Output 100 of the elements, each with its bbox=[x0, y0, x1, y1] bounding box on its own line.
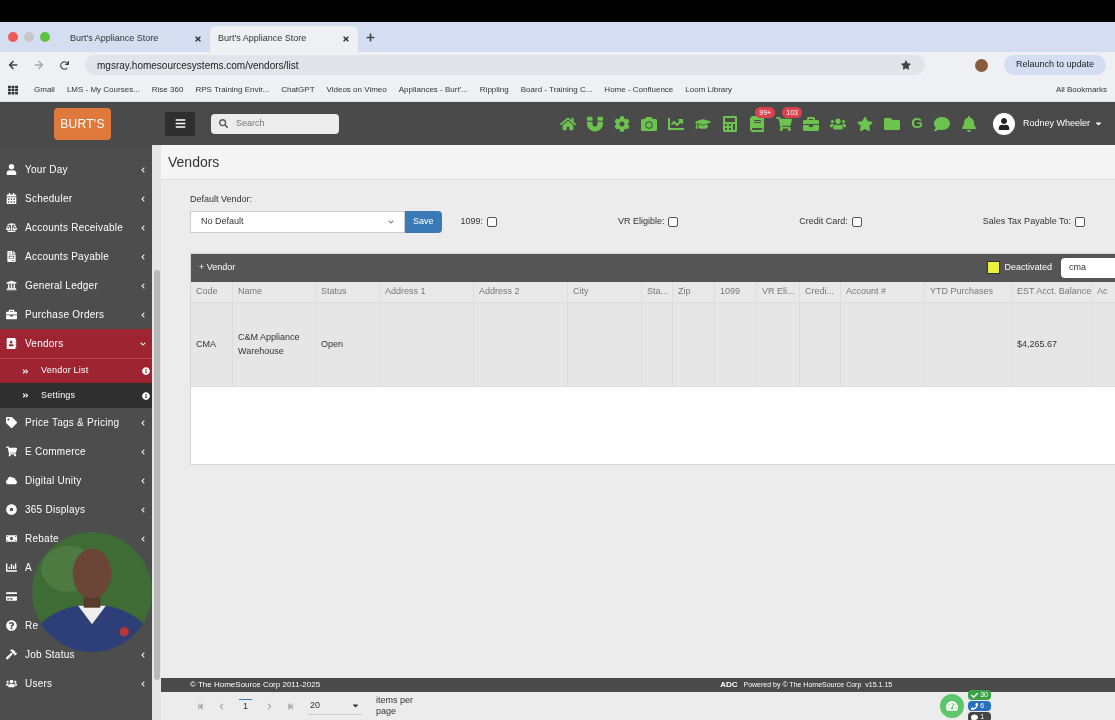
star-icon[interactable] bbox=[857, 115, 874, 132]
page-number[interactable]: 1 bbox=[239, 698, 252, 714]
column-header[interactable]: EST Acct. Balance bbox=[1012, 281, 1092, 302]
add-vendor-button[interactable]: + Vendor bbox=[199, 260, 236, 275]
checkbox-label: VR Eligible: bbox=[617, 214, 665, 228]
checkbox[interactable] bbox=[1075, 216, 1085, 227]
new-tab-icon[interactable] bbox=[366, 32, 375, 42]
g-button[interactable]: G bbox=[911, 112, 923, 135]
bookmark-star-icon[interactable] bbox=[901, 60, 911, 70]
user-menu[interactable]: Rodney Wheeler bbox=[1022, 116, 1103, 131]
avatar-icon[interactable] bbox=[975, 58, 988, 72]
bookmark[interactable]: RPS Training Envir... bbox=[195, 83, 270, 96]
bookmark[interactable]: LMS - My Courses... bbox=[66, 83, 140, 96]
checkbox[interactable] bbox=[851, 216, 862, 227]
column-header[interactable]: Address 1 bbox=[380, 281, 474, 302]
address-bar[interactable]: mgsray.homesourcesystems.com/vendors/list bbox=[85, 55, 925, 75]
column-header[interactable]: YTD Purchases bbox=[925, 281, 1012, 302]
sidebar-subitem[interactable]: Settings bbox=[0, 383, 152, 408]
line-chart-icon[interactable] bbox=[668, 115, 685, 132]
users-icon bbox=[6, 678, 17, 689]
speedometer-icon[interactable] bbox=[940, 694, 965, 718]
bookmark[interactable]: Appliances - Burt'... bbox=[398, 83, 468, 96]
sidebar-item[interactable]: A bbox=[25, 560, 32, 575]
column-header[interactable]: Code bbox=[191, 281, 233, 302]
checkbox[interactable] bbox=[487, 216, 498, 227]
magnet-icon[interactable] bbox=[587, 115, 604, 132]
sidebar-item[interactable]: Accounts Receivable bbox=[25, 220, 124, 235]
checkbox-label: 1099: bbox=[460, 214, 484, 228]
copyright: © The HomeSource Corp 2011-2025 bbox=[190, 679, 321, 691]
bookmark[interactable]: Rise 360 bbox=[151, 83, 184, 96]
bell-icon[interactable] bbox=[960, 115, 977, 132]
user-icon bbox=[6, 164, 17, 175]
notebook-icon[interactable] bbox=[749, 115, 766, 132]
column-header[interactable]: Sta... bbox=[642, 281, 673, 302]
sidebar-item[interactable]: Scheduler bbox=[25, 191, 73, 206]
sidebar-item[interactable]: Rebate bbox=[25, 531, 59, 546]
sidebar-subitem[interactable]: Vendor List bbox=[0, 358, 152, 383]
close-icon[interactable] bbox=[342, 35, 350, 43]
caret-icon bbox=[1094, 119, 1103, 128]
close-icon[interactable] bbox=[194, 35, 202, 43]
info-icon bbox=[142, 391, 150, 400]
calculator-icon[interactable] bbox=[722, 115, 739, 132]
back-icon[interactable] bbox=[8, 60, 18, 70]
chat-icon[interactable] bbox=[933, 115, 950, 132]
double-chevron-icon bbox=[22, 392, 29, 399]
column-header[interactable]: VR Eli... bbox=[757, 281, 800, 302]
browser-tab[interactable]: Burt's Appliance Store bbox=[210, 26, 358, 52]
home-icon[interactable] bbox=[560, 115, 577, 132]
column-header[interactable]: Credi... bbox=[800, 281, 841, 302]
menu-button[interactable] bbox=[165, 111, 195, 136]
sidebar-item[interactable]: General Ledger bbox=[25, 278, 98, 293]
folder-icon[interactable] bbox=[884, 115, 901, 132]
sidebar-item[interactable]: Re bbox=[25, 618, 39, 633]
save-button[interactable]: Save bbox=[405, 210, 442, 233]
column-header[interactable]: Ac bbox=[1092, 281, 1115, 302]
sidebar-item[interactable]: E Commerce bbox=[25, 444, 86, 459]
bookmark[interactable]: Videos on Vimeo bbox=[326, 83, 387, 96]
bookmark[interactable]: Home - Confluence bbox=[604, 83, 674, 96]
vendor-select[interactable]: No Default bbox=[190, 210, 405, 233]
sidebar-item[interactable]: Your Day bbox=[25, 162, 68, 177]
column-header[interactable]: Account # bbox=[841, 281, 925, 302]
user-avatar[interactable] bbox=[992, 112, 1015, 135]
gear-icon[interactable] bbox=[614, 115, 631, 132]
bookmark[interactable]: Board - Training C... bbox=[520, 83, 593, 96]
menu-icon bbox=[174, 118, 186, 129]
search-field[interactable]: Search bbox=[211, 113, 339, 134]
adc-label: ADC bbox=[720, 679, 738, 691]
webcam-icon[interactable] bbox=[641, 115, 658, 132]
bookmark[interactable]: ChatGPT bbox=[281, 83, 315, 96]
scrollbar[interactable] bbox=[153, 270, 160, 680]
document-icon bbox=[6, 251, 17, 262]
sidebar-item[interactable]: Job Status bbox=[25, 647, 75, 662]
relaunch-button[interactable]: Relaunch to update bbox=[1004, 55, 1107, 75]
column-header[interactable]: 1099 bbox=[715, 281, 757, 302]
table-search-field[interactable]: cma bbox=[1061, 257, 1115, 278]
bookmark[interactable]: Rippling bbox=[479, 83, 509, 96]
page-size-select[interactable]: 20 bbox=[308, 697, 362, 715]
column-header[interactable]: Status bbox=[316, 281, 380, 302]
bookmark[interactable]: Loom Library bbox=[685, 83, 732, 96]
sidebar-item[interactable]: Vendors bbox=[0, 329, 152, 358]
cart-icon[interactable] bbox=[776, 115, 793, 132]
briefcase-icon[interactable] bbox=[803, 115, 820, 132]
all-bookmarks[interactable]: All Bookmarks bbox=[1055, 83, 1107, 96]
sidebar-item[interactable]: Price Tags & Pricing bbox=[25, 415, 120, 430]
reload-icon[interactable] bbox=[60, 60, 69, 70]
sidebar-item[interactable]: Users bbox=[25, 676, 53, 691]
column-header[interactable]: Address 2 bbox=[474, 281, 568, 302]
checkbox[interactable] bbox=[668, 216, 679, 227]
apps-icon[interactable] bbox=[8, 84, 18, 95]
table-cell-text: Open bbox=[321, 338, 344, 351]
sidebar-item[interactable]: 365 Displays bbox=[25, 502, 86, 517]
cart-icon bbox=[6, 446, 17, 457]
column-header[interactable]: Zip bbox=[673, 281, 715, 302]
browser-tab[interactable]: Burt's Appliance Store bbox=[62, 26, 210, 52]
sidebar-item[interactable]: Digital Unity bbox=[25, 473, 82, 488]
sidebar-item[interactable]: Purchase Orders bbox=[25, 307, 105, 322]
column-header[interactable]: Name bbox=[233, 281, 316, 302]
sidebar-item[interactable]: Accounts Payable bbox=[25, 249, 110, 264]
bookmark[interactable]: Gmail bbox=[34, 83, 55, 96]
column-header[interactable]: City bbox=[568, 281, 642, 302]
